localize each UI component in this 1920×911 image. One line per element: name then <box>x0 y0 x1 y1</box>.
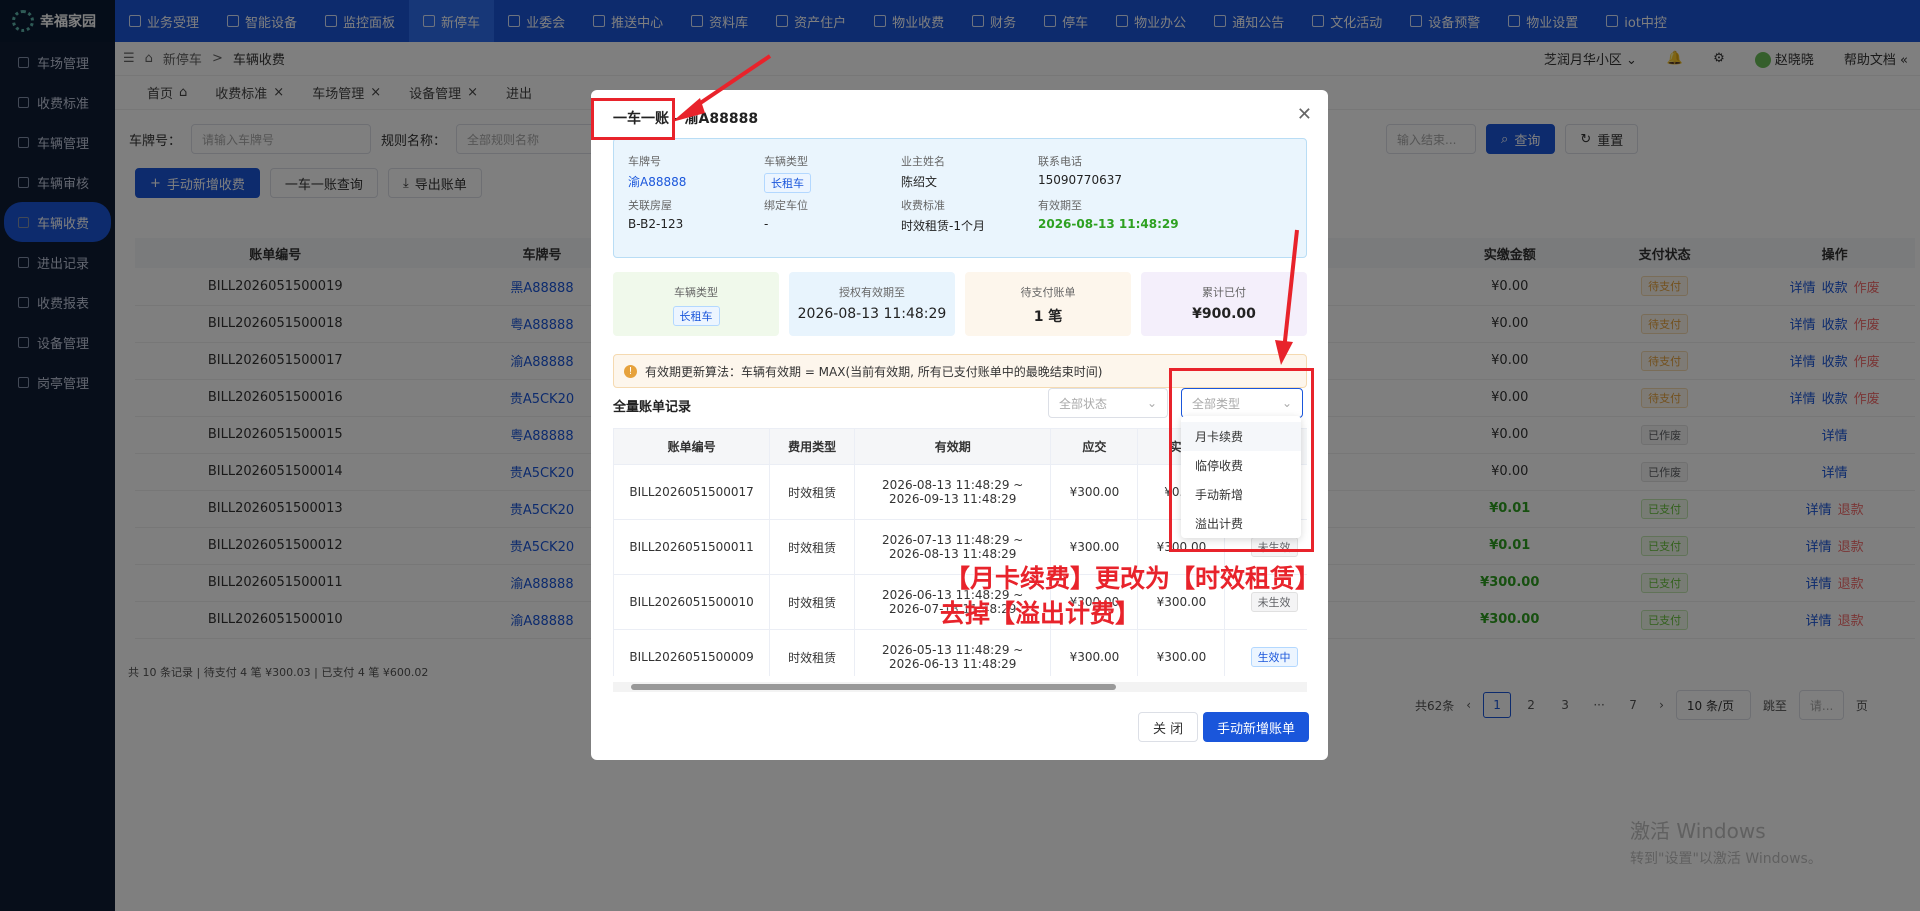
annotation-text-1: 【月卡续费】更改为【时效租赁】 <box>945 564 1321 593</box>
annotation-arrow-1 <box>688 54 772 112</box>
annotation-text-2: 去掉【溢出计费】 <box>940 599 1141 628</box>
annotation-arrow-2 <box>1282 229 1299 351</box>
annotation-arrowhead-2 <box>1275 340 1293 365</box>
annotation-arrowhead-1 <box>672 98 705 122</box>
annotation-arrows <box>672 54 1299 365</box>
